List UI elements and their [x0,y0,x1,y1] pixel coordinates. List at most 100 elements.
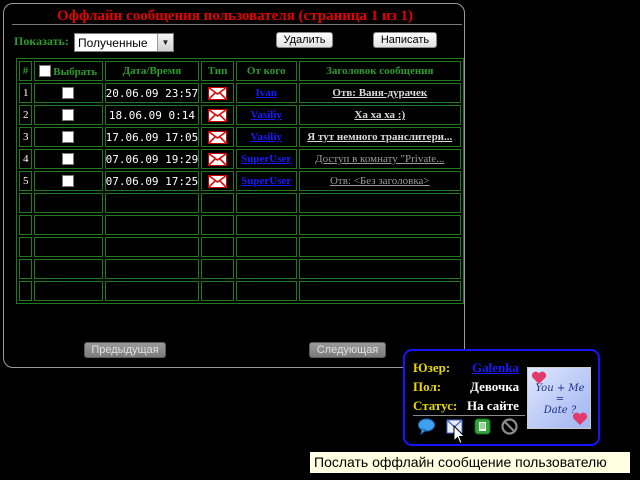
avatar: You + Me = Date ? [527,367,591,429]
user-link[interactable]: Galenka [472,360,519,376]
empty-cell [33,281,103,301]
empty-cell [298,215,461,235]
page-title: Оффлайн сообщения пользователя (страница… [57,8,413,24]
row-checkbox[interactable] [62,131,75,144]
row-number: 4 [19,149,32,169]
row-number: 3 [19,127,32,147]
chat-bubble-icon[interactable] [418,418,435,435]
row-select-cell [33,149,103,169]
row-number: 1 [19,83,32,103]
row-checkbox[interactable] [62,153,75,166]
empty-cell [33,193,103,213]
select-all-checkbox[interactable] [39,64,52,77]
write-button[interactable]: Написать [373,32,437,48]
row-subject-cell: Доступ в комнату "Private... [298,149,461,169]
empty-cell [19,237,32,257]
empty-cell [19,215,32,235]
row-select-cell [33,105,103,125]
empty-cell [201,215,234,235]
next-page-button[interactable]: Следующая [309,342,386,358]
col-header-type: Тип [201,61,234,81]
col-header-number: # [19,61,32,81]
card-divider [413,415,525,416]
prev-page-button[interactable]: Предыдущая [84,342,166,358]
row-number: 2 [19,105,32,125]
empty-cell [19,193,32,213]
subject-link[interactable]: Я тут немного транслитери... [307,131,452,143]
row-datetime: 17.06.09 17:05 [104,127,200,147]
empty-cell [19,281,32,301]
row-subject-cell: Ха ха ха :) [298,105,461,125]
messages-panel: Оффлайн сообщения пользователя (страница… [3,3,465,368]
sender-link[interactable]: SuperUser [241,153,291,165]
row-from-cell: Vasiliy [235,127,297,147]
empty-cell [298,237,461,257]
empty-table-row [19,193,461,213]
col-header-subject: Заголовок сообщения [298,61,461,81]
sender-link[interactable]: Vasiliy [251,109,282,121]
row-from-cell: Vasiliy [235,105,297,125]
block-icon[interactable] [501,418,518,435]
empty-cell [104,193,200,213]
avatar-caption: You + Me = Date ? [535,383,585,416]
subject-link[interactable]: Отв: <Без заголовка> [330,175,430,187]
empty-cell [201,193,234,213]
filter-select-value: Полученные [78,36,148,50]
status-label: Статус: [413,398,458,413]
envelope-icon [208,108,228,122]
empty-cell [298,259,461,279]
envelope-icon [208,152,228,166]
filter-select[interactable]: Полученные ▼ [74,33,174,52]
row-select-cell [33,127,103,147]
empty-cell [19,259,32,279]
show-label: Показать: [14,34,69,48]
subject-link[interactable]: Отв: Ваня-дурачек [332,87,427,99]
sender-link[interactable]: Ivan [256,87,277,99]
col-header-datetime: Дата/Время [104,61,200,81]
envelope-icon [208,130,228,144]
empty-cell [298,281,461,301]
messages-table: # Выбрать Дата/Время Тип От кого Заголов… [16,58,464,304]
row-subject-cell: Отв: <Без заголовка> [298,171,461,191]
user-label: Юзер: [413,360,451,375]
row-subject-cell: Отв: Ваня-дурачек [298,83,461,103]
row-datetime: 20.06.09 23:57 [104,83,200,103]
empty-cell [33,259,103,279]
subject-link[interactable]: Доступ в комнату "Private... [315,153,444,165]
empty-cell [235,193,297,213]
empty-cell [33,215,103,235]
mouse-pointer-icon [453,425,466,445]
row-checkbox[interactable] [62,175,75,188]
row-from-cell: SuperUser [235,171,297,191]
chevron-down-icon[interactable]: ▼ [157,34,173,51]
row-checkbox[interactable] [62,87,75,100]
col-header-select: Выбрать [33,61,103,81]
row-checkbox[interactable] [62,109,75,122]
delete-button[interactable]: Удалить [276,32,333,48]
empty-table-row [19,259,461,279]
table-row[interactable]: 3 17.06.09 17:05 Vasiliy Я тут немного тран… [19,127,461,147]
row-type [201,149,234,169]
empty-cell [235,237,297,257]
empty-cell [235,215,297,235]
table-row[interactable]: 5 07.06.09 17:25 SuperUser Отв: <Без заголо… [19,171,461,191]
gender-label: Пол: [413,379,442,394]
table-row[interactable]: 4 07.06.09 19:29 SuperUser Доступ в комнату… [19,149,461,169]
messages-table-body: 1 20.06.09 23:57 Ivan Отв: Ваня-дурачек 2 18.… [19,83,461,301]
row-select-cell [33,171,103,191]
add-contact-icon[interactable] [474,418,491,435]
envelope-icon [208,86,228,100]
sender-link[interactable]: Vasiliy [251,131,282,143]
row-number: 5 [19,171,32,191]
table-row[interactable]: 2 18.06.09 0:14 Vasiliy Ха ха ха :) [19,105,461,125]
empty-cell [201,281,234,301]
empty-cell [235,259,297,279]
table-row[interactable]: 1 20.06.09 23:57 Ivan Отв: Ваня-дурачек [19,83,461,103]
row-type [201,127,234,147]
row-subject-cell: Я тут немного транслитери... [298,127,461,147]
row-select-cell [33,83,103,103]
subject-link[interactable]: Ха ха ха :) [354,109,405,121]
sender-link[interactable]: SuperUser [241,175,291,187]
status-value: На сайте [467,398,519,413]
empty-cell [104,259,200,279]
